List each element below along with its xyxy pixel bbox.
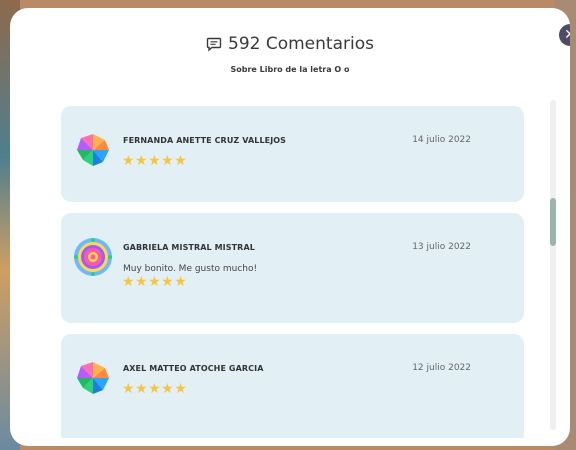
mandala-avatar-icon (74, 238, 112, 276)
modal-title: 592 Comentarios (228, 34, 374, 54)
comments-modal: ✕ 592 Comentarios Sobre Libro de la letr… (10, 8, 570, 446)
close-icon: ✕ (564, 27, 570, 43)
comment-icon (206, 37, 222, 52)
star-rating: ★★★★★ (122, 274, 188, 290)
comment-date: 12 julio 2022 (412, 363, 471, 373)
pinwheel-avatar-icon (77, 362, 109, 394)
scrollbar-track[interactable] (550, 100, 556, 430)
comment-author: AXEL MATTEO ATOCHE GARCIA (123, 364, 264, 373)
modal-header: 592 Comentarios Sobre Libro de la letra … (10, 34, 570, 74)
comment-card: GABRIELA MISTRAL MISTRAL 13 julio 2022 M… (61, 213, 524, 323)
comment-date: 13 julio 2022 (412, 242, 471, 252)
comment-author: GABRIELA MISTRAL MISTRAL (123, 243, 255, 252)
scrollbar-thumb[interactable] (550, 198, 556, 246)
comment-author: FERNANDA ANETTE CRUZ VALLEJOS (123, 136, 287, 145)
comment-card: FERNANDA ANETTE CRUZ VALLEJOS 14 julio 2… (61, 106, 524, 202)
comment-card: AXEL MATTEO ATOCHE GARCIA 12 julio 2022 … (61, 334, 524, 438)
star-rating: ★★★★★ (122, 153, 188, 169)
comments-list[interactable]: FERNANDA ANETTE CRUZ VALLEJOS 14 julio 2… (61, 106, 524, 438)
star-rating: ★★★★★ (122, 381, 188, 397)
comment-date: 14 julio 2022 (412, 135, 471, 145)
modal-subtitle: Sobre Libro de la letra O o (230, 65, 350, 74)
comment-text: Muy bonito. Me gusto mucho! (123, 264, 258, 274)
pinwheel-avatar-icon (77, 134, 109, 166)
title-row: 592 Comentarios (10, 34, 570, 54)
